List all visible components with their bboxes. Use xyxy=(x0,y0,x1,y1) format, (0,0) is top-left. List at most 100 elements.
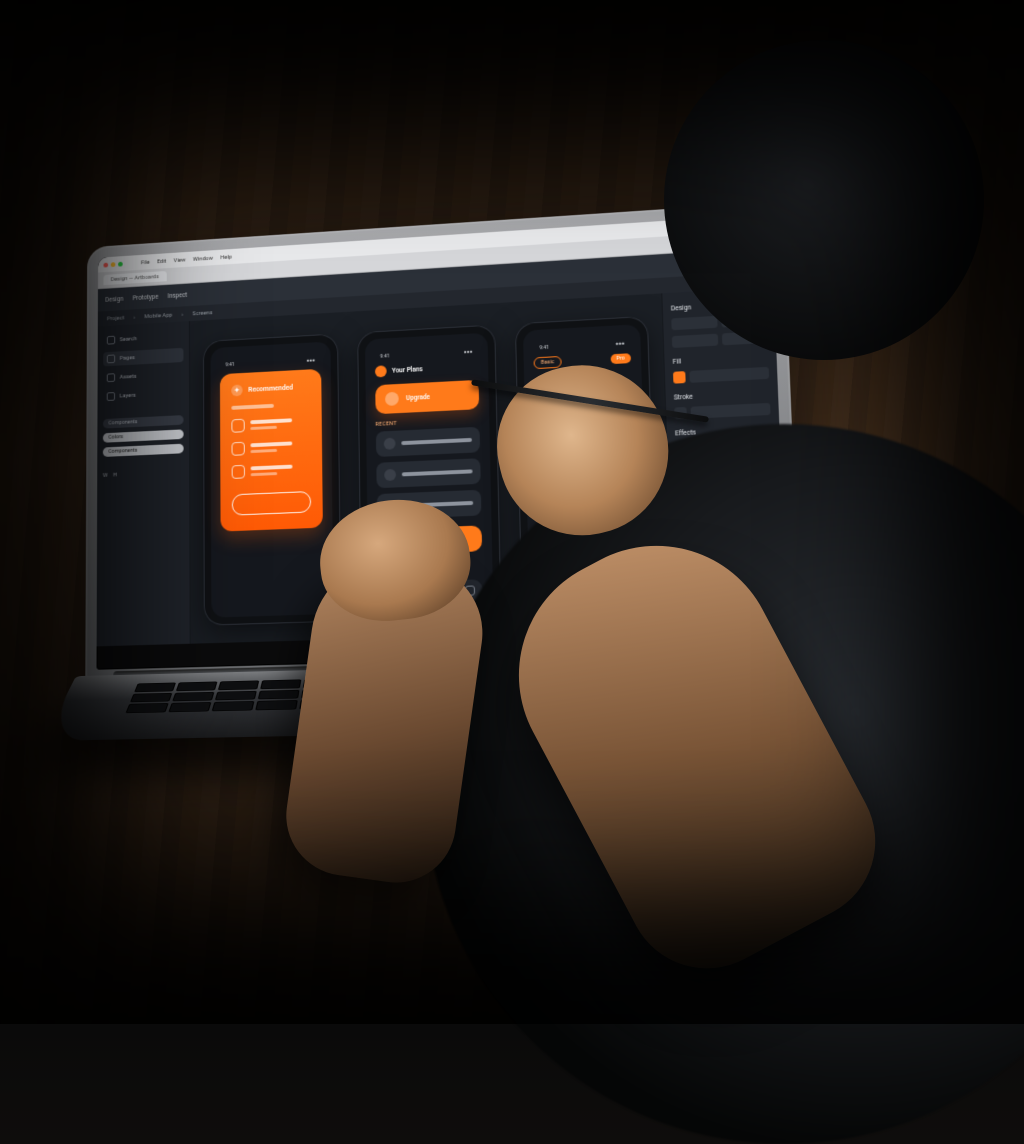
menu-file[interactable]: File xyxy=(141,259,150,266)
close-icon[interactable] xyxy=(103,262,108,267)
crumb-file[interactable]: Mobile App xyxy=(144,311,172,319)
item-icon xyxy=(384,500,396,512)
dock-app-icon[interactable] xyxy=(415,641,429,655)
dock-app-icon[interactable] xyxy=(322,644,336,658)
dim-w-label: W xyxy=(103,472,108,479)
section-label: RECENT xyxy=(375,417,479,428)
keyboard[interactable] xyxy=(125,668,757,713)
laptop-screen: File Edit View Window Help Design — Artb… xyxy=(97,214,789,670)
crumb-page[interactable]: Screens xyxy=(192,309,212,317)
search-row[interactable]: Search xyxy=(103,329,183,348)
trackpad[interactable] xyxy=(336,708,530,727)
dock-app-icon[interactable] xyxy=(510,638,524,653)
zoom-level[interactable]: 100% xyxy=(748,256,764,265)
artboard-home[interactable]: 9:41●●● Your Plans Upgrade xyxy=(357,324,502,621)
list-item[interactable] xyxy=(232,462,311,479)
browser-tab[interactable]: Design — Artboards xyxy=(103,271,166,285)
target-icon xyxy=(542,386,556,400)
right-panel: Design Fill Stroke Effects xyxy=(661,287,787,630)
design-app: Design Prototype Inspect Share Play 100%… xyxy=(97,247,788,646)
window-controls[interactable] xyxy=(103,261,122,267)
dock-app-icon[interactable] xyxy=(529,638,543,653)
list-item[interactable] xyxy=(376,458,481,488)
panel-design-header: Design xyxy=(671,299,767,312)
list-item[interactable] xyxy=(231,416,310,433)
item-icon xyxy=(383,438,395,450)
artboard-onboarding[interactable]: 9:41●●● ✦ Recommended xyxy=(203,333,341,625)
nav-home-icon[interactable] xyxy=(386,588,396,598)
item-icon xyxy=(384,469,396,481)
dock-app-icon[interactable] xyxy=(434,640,448,654)
avatar-icon xyxy=(375,365,387,377)
panel-effects-header: Effects xyxy=(675,425,771,437)
onboarding-card: ✦ Recommended xyxy=(220,369,323,532)
y-field[interactable] xyxy=(721,313,767,327)
home-header: Your Plans xyxy=(392,365,423,374)
layers-icon xyxy=(107,392,115,401)
stroke-swatch[interactable] xyxy=(674,407,687,420)
doc-icon xyxy=(232,465,245,479)
bottom-nav xyxy=(378,579,484,604)
progress-ring xyxy=(534,377,565,408)
dock-app-icon[interactable] xyxy=(453,640,467,654)
dim-h-label: H xyxy=(113,472,117,479)
fill-hex-field[interactable] xyxy=(689,367,769,383)
search-label: Search xyxy=(120,335,137,343)
artboard-settings[interactable]: 9:41●●● Basic Pro xyxy=(515,316,656,586)
dock-app-icon[interactable] xyxy=(340,643,354,657)
segment[interactable] xyxy=(569,413,599,428)
continue-button[interactable] xyxy=(232,491,311,516)
menu-help[interactable]: Help xyxy=(220,253,231,260)
mode-design[interactable]: Design xyxy=(105,295,123,304)
dock-app-icon[interactable] xyxy=(396,641,410,655)
stroke-field[interactable] xyxy=(691,403,771,419)
stat-box xyxy=(587,433,634,465)
mode-prototype[interactable]: Prototype xyxy=(133,293,159,302)
sidebar-item-pages[interactable]: Pages xyxy=(103,348,183,367)
segment[interactable] xyxy=(603,412,633,427)
play-button[interactable]: Play xyxy=(725,257,738,266)
laptop-lid: File Edit View Window Help Design — Artb… xyxy=(85,201,801,683)
sidebar-item-assets[interactable]: Assets xyxy=(103,367,183,385)
bolt-icon xyxy=(385,392,399,406)
list-item[interactable] xyxy=(232,439,311,456)
dock-app-icon[interactable] xyxy=(377,642,391,656)
effect-field[interactable] xyxy=(675,439,772,455)
mode-inspect[interactable]: Inspect xyxy=(168,291,188,300)
list-item[interactable] xyxy=(376,490,481,520)
pill-components[interactable]: Components xyxy=(103,415,184,428)
pill-extra[interactable]: Components xyxy=(103,444,184,457)
dock-app-icon[interactable] xyxy=(359,643,373,657)
h-field[interactable] xyxy=(721,331,767,345)
minimize-icon[interactable] xyxy=(111,262,116,267)
plan-pro-pill[interactable]: Pro xyxy=(610,353,631,364)
sidebar-item-layers[interactable]: Layers xyxy=(103,386,184,404)
spark-icon: ✦ xyxy=(231,384,242,396)
share-button[interactable]: Share xyxy=(698,259,715,268)
nav-search-icon[interactable] xyxy=(412,587,422,597)
fill-swatch[interactable] xyxy=(673,371,686,384)
segment-on[interactable] xyxy=(535,415,565,430)
menu-view[interactable]: View xyxy=(174,256,186,263)
start-button[interactable]: Start xyxy=(377,525,482,555)
maximize-icon[interactable] xyxy=(118,261,123,266)
doc-icon xyxy=(231,419,244,433)
dock-app-icon[interactable] xyxy=(471,639,485,653)
menu-edit[interactable]: Edit xyxy=(157,257,166,264)
doc-icon xyxy=(232,442,245,456)
nav-library-icon[interactable] xyxy=(438,586,448,596)
canvas[interactable]: 9:41●●● ✦ Recommended xyxy=(190,293,672,643)
card-title: Recommended xyxy=(248,384,293,394)
plan-basic-pill[interactable]: Basic xyxy=(534,356,562,369)
dock-app-icon[interactable] xyxy=(490,639,504,654)
list-item[interactable] xyxy=(375,427,480,457)
upgrade-chip[interactable]: Upgrade xyxy=(375,380,480,414)
x-field[interactable] xyxy=(671,316,717,330)
w-field[interactable] xyxy=(672,334,718,348)
nav-profile-icon[interactable] xyxy=(465,585,475,595)
menu-window[interactable]: Window xyxy=(193,254,213,262)
pill-colors[interactable]: Colors xyxy=(103,429,184,442)
crumb-project[interactable]: Project xyxy=(107,314,124,322)
segmented-control[interactable] xyxy=(535,412,633,430)
panel-stroke-header: Stroke xyxy=(674,389,770,402)
